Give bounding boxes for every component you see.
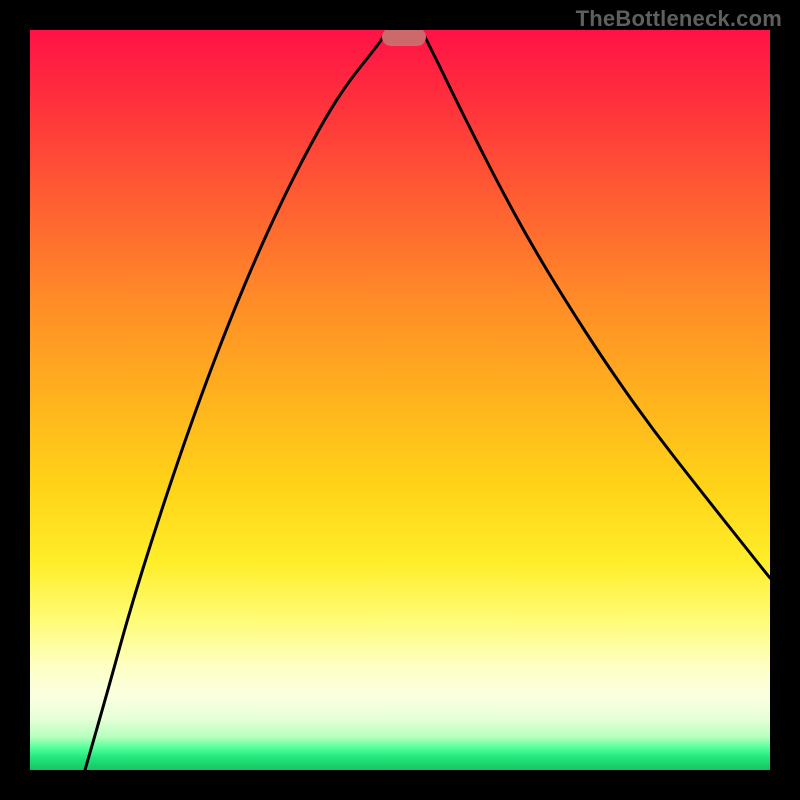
chart-frame: TheBottleneck.com xyxy=(0,0,800,800)
plot-area xyxy=(30,30,770,770)
watermark-label: TheBottleneck.com xyxy=(576,6,782,32)
curve-layer xyxy=(30,30,770,770)
curve-right xyxy=(425,37,770,578)
vertex-marker xyxy=(382,30,426,46)
curve-left xyxy=(85,37,383,770)
